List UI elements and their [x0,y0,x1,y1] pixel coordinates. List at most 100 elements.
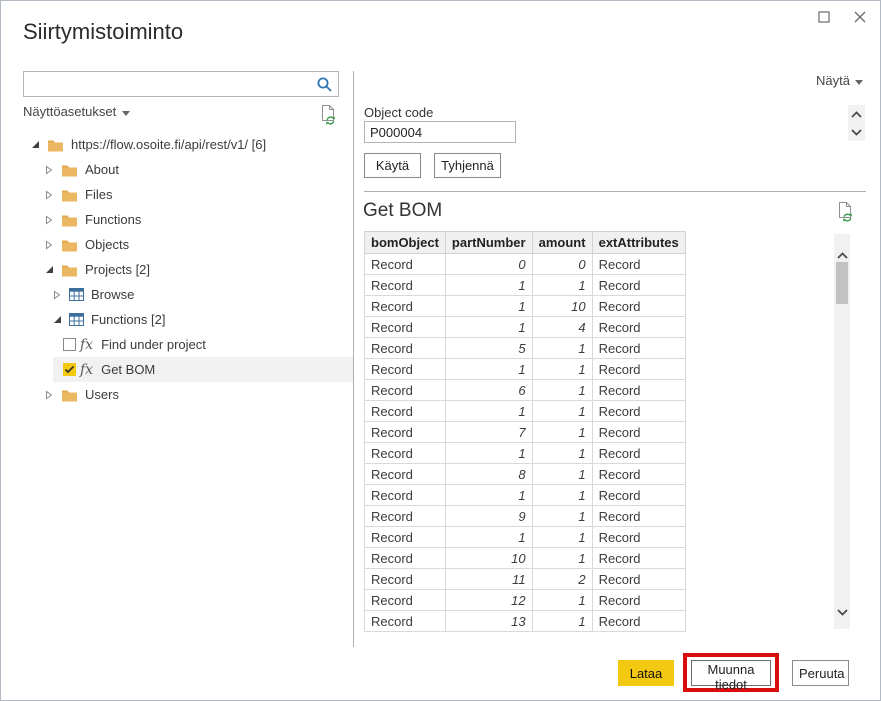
dialog-title: Siirtymistoiminto [23,19,183,45]
table-icon [69,313,84,326]
maximize-icon[interactable] [816,9,832,25]
table-cell: 1 [532,590,592,611]
refresh-icon[interactable] [320,104,339,130]
table-cell: Record [365,275,446,296]
search-input[interactable] [24,77,316,92]
expander-expanded-icon[interactable] [45,265,59,274]
table-cell: 10 [532,296,592,317]
folder-icon [47,138,64,152]
table-cell: 1 [445,359,532,380]
display-options-dropdown[interactable]: Näyttöasetukset [23,104,130,119]
table-row: Record11Record [365,527,686,548]
tree-item[interactable]: Functions [45,207,353,232]
tree-item[interactable]: Functions [2] [53,307,353,332]
checkbox-unchecked[interactable] [63,338,76,351]
table-row: Record101Record [365,548,686,569]
folder-icon [61,238,78,252]
tree-item[interactable]: https://flow.osoite.fi/api/rest/v1/ [6] [31,132,353,157]
tree-item[interactable]: Projects [2] [45,257,353,282]
preview-scrollbar[interactable] [834,234,850,629]
expander-expanded-icon[interactable] [31,140,45,149]
view-dropdown[interactable]: Näytä [816,73,863,88]
expander-collapsed-icon[interactable] [45,390,59,400]
apply-button[interactable]: Käytä [364,153,421,178]
table-row: Record71Record [365,422,686,443]
parameters-scrollbar[interactable] [848,105,865,141]
table-cell: Record [592,401,685,422]
table-cell: 1 [445,485,532,506]
tree-item-label: Browse [91,287,134,302]
table-cell: Record [365,527,446,548]
scrollbar-thumb[interactable] [836,262,848,304]
load-button[interactable]: Lataa [618,660,674,686]
checkbox-checked[interactable] [63,363,76,376]
tree-item[interactable]: Browse [53,282,353,307]
table-cell: 1 [532,401,592,422]
expander-collapsed-icon[interactable] [45,190,59,200]
table-cell: 4 [532,317,592,338]
navigator-dialog: Siirtymistoiminto Näyttöasetukset https:… [0,0,881,701]
chevron-down-icon [122,104,130,119]
table-cell: Record [592,422,685,443]
table-cell: Record [365,422,446,443]
table-cell: 7 [445,422,532,443]
tree-item[interactable]: fx Get BOM [53,357,353,382]
expander-collapsed-icon[interactable] [45,165,59,175]
expander-collapsed-icon[interactable] [45,215,59,225]
tree-item-label: Get BOM [101,362,155,377]
function-icon: fx [80,362,93,378]
table-cell: Record [592,506,685,527]
table-cell: Record [592,254,685,275]
clear-button[interactable]: Tyhjennä [434,153,501,178]
table-row: Record11Record [365,485,686,506]
search-icon[interactable] [316,76,338,93]
table-cell: 12 [445,590,532,611]
folder-icon [61,263,78,277]
table-cell: 1 [445,296,532,317]
expander-collapsed-icon[interactable] [53,290,67,300]
expander-collapsed-icon[interactable] [45,240,59,250]
tree-item-label: About [85,162,119,177]
table-cell: Record [365,380,446,401]
tree-item[interactable]: fxFind under project [53,332,353,357]
table-cell: Record [592,569,685,590]
table-row: Record11Record [365,359,686,380]
scroll-down-icon[interactable] [837,603,848,621]
table-cell: Record [592,380,685,401]
tree-item[interactable]: Objects [45,232,353,257]
table-cell: 1 [532,464,592,485]
tree-item[interactable]: Users [45,382,353,407]
scroll-down-icon[interactable] [851,123,862,141]
table-cell: 6 [445,380,532,401]
table-cell: Record [592,359,685,380]
object-code-input[interactable] [364,121,516,143]
navigator-tree: https://flow.osoite.fi/api/rest/v1/ [6] A… [23,132,353,407]
table-row: Record00Record [365,254,686,275]
preview-title: Get BOM [363,200,442,222]
cancel-button[interactable]: Peruuta [792,660,849,686]
column-header: amount [532,232,592,254]
table-cell: Record [592,527,685,548]
table-cell: Record [365,464,446,485]
table-cell: Record [592,590,685,611]
refresh-icon[interactable] [837,201,856,227]
table-cell: 8 [445,464,532,485]
table-cell: Record [592,275,685,296]
transform-data-button[interactable]: Muunna tiedot [691,660,771,686]
tree-item-label: Functions [85,212,141,227]
tree-item[interactable]: About [45,157,353,182]
table-cell: Record [592,485,685,506]
tree-item[interactable]: Files [45,182,353,207]
table-row: Record112Record [365,569,686,590]
table-cell: 5 [445,338,532,359]
column-header: partNumber [445,232,532,254]
table-row: Record121Record [365,590,686,611]
table-cell: 0 [532,254,592,275]
display-options-row: Näyttöasetukset [23,104,339,130]
expander-expanded-icon[interactable] [53,315,67,324]
table-cell: Record [365,338,446,359]
table-header-row: bomObjectpartNumberamountextAttributes [365,232,686,254]
scroll-up-icon[interactable] [851,105,862,123]
tree-item-label: Find under project [101,337,206,352]
close-icon[interactable] [852,9,868,25]
